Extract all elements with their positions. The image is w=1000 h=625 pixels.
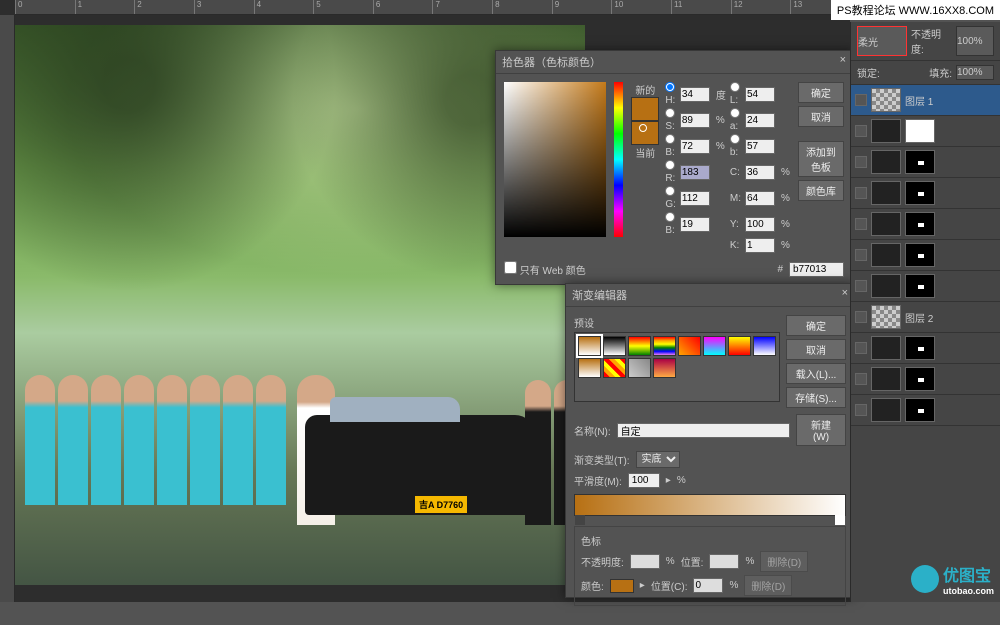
r-radio[interactable]: [665, 160, 675, 170]
k-input[interactable]: [745, 238, 775, 253]
eye-icon[interactable]: [855, 125, 867, 137]
logo-icon: [911, 565, 939, 593]
eye-icon[interactable]: [855, 404, 867, 416]
dialog-title: 渐变编辑器: [572, 287, 627, 303]
b-input[interactable]: [745, 139, 775, 154]
license-plate: 吉A D7760: [415, 496, 467, 513]
delete-button[interactable]: 删除(D): [760, 551, 808, 572]
smoothness-input[interactable]: [628, 473, 660, 488]
ruler-horizontal: 012345678910111213: [15, 0, 850, 15]
c-input[interactable]: [745, 165, 775, 180]
bv-input[interactable]: [680, 139, 710, 154]
blend-mode-select[interactable]: [857, 26, 907, 56]
gradient-bar[interactable]: [574, 494, 846, 516]
bv-radio[interactable]: [665, 134, 675, 144]
eye-icon[interactable]: [855, 94, 867, 106]
color-picker-dialog: 拾色器（色标颜色） × 新的 当前 H:度 L: S:% a: B:% b:: [495, 50, 853, 285]
r-input[interactable]: [680, 165, 710, 180]
layer-row[interactable]: [851, 271, 1000, 302]
layer-list[interactable]: 图层 1 图层 2: [851, 85, 1000, 625]
color-library-button[interactable]: 颜色库: [798, 180, 844, 201]
preset-grid[interactable]: [574, 332, 780, 402]
cancel-button[interactable]: 取消: [786, 339, 846, 360]
layer-row[interactable]: 图层 1: [851, 85, 1000, 116]
save-button[interactable]: 存储(S)...: [786, 387, 846, 408]
layer-row[interactable]: 图层 2: [851, 302, 1000, 333]
h-input[interactable]: [680, 87, 710, 102]
stop-pos2-input[interactable]: [693, 578, 723, 593]
close-icon[interactable]: ×: [842, 287, 848, 303]
hex-input[interactable]: [789, 262, 844, 277]
opacity-input[interactable]: [956, 26, 994, 56]
eye-icon[interactable]: [855, 280, 867, 292]
ok-button[interactable]: 确定: [798, 82, 844, 103]
g-input[interactable]: [680, 191, 710, 206]
gradient-editor-dialog: 渐变编辑器 × 预设: [565, 283, 855, 598]
s-input[interactable]: [680, 113, 710, 128]
layer-row[interactable]: [851, 395, 1000, 426]
eye-icon[interactable]: [855, 218, 867, 230]
eye-icon[interactable]: [855, 311, 867, 323]
dialog-title: 拾色器（色标颜色）: [502, 54, 601, 70]
bb-input[interactable]: [680, 217, 710, 232]
web-only-checkbox[interactable]: 只有 Web 颜色: [504, 261, 586, 277]
layer-row[interactable]: [851, 333, 1000, 364]
layer-row[interactable]: [851, 147, 1000, 178]
layer-row[interactable]: [851, 116, 1000, 147]
y-input[interactable]: [745, 217, 775, 232]
saturation-value-field[interactable]: [504, 82, 606, 237]
ruler-vertical: [0, 15, 15, 602]
a-input[interactable]: [745, 113, 775, 128]
close-icon[interactable]: ×: [840, 54, 846, 70]
g-radio[interactable]: [665, 186, 675, 196]
stop-pos-input[interactable]: [709, 554, 739, 569]
bb-radio[interactable]: [665, 212, 675, 222]
layers-panel: 不透明度: 锁定: 填充: 图层 1 图层 2: [850, 22, 1000, 602]
b-radio[interactable]: [730, 134, 740, 144]
new-color-swatch: [631, 97, 659, 121]
cancel-button[interactable]: 取消: [798, 106, 844, 127]
layer-row[interactable]: [851, 240, 1000, 271]
m-input[interactable]: [745, 191, 775, 206]
l-radio[interactable]: [730, 82, 740, 92]
ok-button[interactable]: 确定: [786, 315, 846, 336]
layer-row[interactable]: [851, 209, 1000, 240]
l-input[interactable]: [745, 87, 775, 102]
h-radio[interactable]: [665, 82, 675, 92]
layer-row[interactable]: [851, 364, 1000, 395]
stop-color-chip[interactable]: [610, 579, 634, 593]
dialog-titlebar[interactable]: 渐变编辑器 ×: [566, 284, 854, 307]
a-radio[interactable]: [730, 108, 740, 118]
s-radio[interactable]: [665, 108, 675, 118]
logo: 优图宝utobao.com: [911, 562, 994, 596]
fill-input[interactable]: [956, 65, 994, 80]
eye-icon[interactable]: [855, 342, 867, 354]
add-swatch-button[interactable]: 添加到色板: [798, 141, 844, 177]
eye-icon[interactable]: [855, 187, 867, 199]
delete-button[interactable]: 删除(D): [744, 575, 792, 596]
eye-icon[interactable]: [855, 373, 867, 385]
gradient-name-input[interactable]: [617, 423, 790, 438]
hue-slider[interactable]: [614, 82, 623, 237]
eye-icon[interactable]: [855, 249, 867, 261]
stop-opacity-input[interactable]: [630, 554, 660, 569]
eye-icon[interactable]: [855, 156, 867, 168]
layer-row[interactable]: [851, 178, 1000, 209]
load-button[interactable]: 载入(L)...: [786, 363, 846, 384]
watermark: PS教程论坛 WWW.16XX8.COM: [831, 0, 1000, 20]
dialog-titlebar[interactable]: 拾色器（色标颜色） ×: [496, 51, 852, 74]
new-button[interactable]: 新建(W): [796, 414, 846, 446]
gradient-type-select[interactable]: 实底: [636, 451, 680, 468]
